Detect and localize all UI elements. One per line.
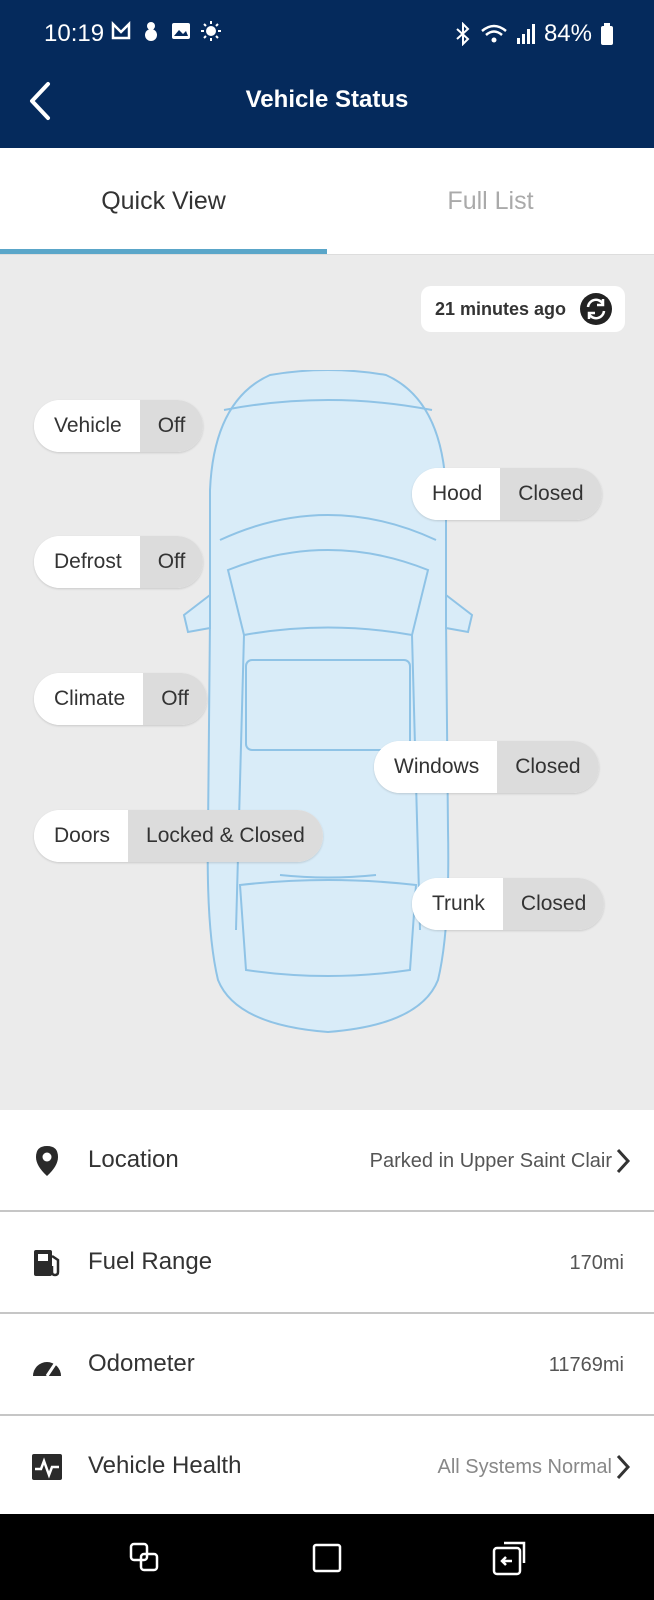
windows-status-pill: Windows Closed — [374, 741, 599, 793]
battery-percent: 84% — [543, 20, 592, 47]
quick-view-panel: 21 minutes ago Vehicle Off Hood Closed D… — [0, 255, 654, 1110]
fuel-pump-icon — [34, 1250, 60, 1277]
tab-bar: Quick View Full List — [0, 148, 654, 255]
status-time: 10:19 — [44, 20, 105, 47]
recent-apps-icon[interactable] — [125, 1538, 165, 1578]
system-nav-bar — [0, 1514, 654, 1600]
defrost-status-pill: Defrost Off — [34, 536, 204, 588]
chevron-right-icon — [616, 1454, 631, 1480]
signal-icon — [516, 24, 535, 44]
odometer-row: Odometer 11769mi — [0, 1314, 654, 1416]
page-title: Vehicle Status — [245, 86, 409, 113]
brightness-icon — [200, 20, 222, 42]
location-row[interactable]: Location Parked in Upper Saint Clair — [0, 1110, 654, 1212]
home-icon[interactable] — [307, 1538, 347, 1578]
vehicle-status-pill: Vehicle Off — [34, 400, 204, 452]
last-updated-badge: 21 minutes ago — [421, 286, 625, 332]
location-pin-icon — [36, 1146, 58, 1176]
battery-icon — [601, 23, 613, 45]
bluetooth-icon — [456, 22, 470, 46]
speedometer-icon — [33, 1362, 61, 1377]
back-nav-icon[interactable] — [490, 1538, 530, 1578]
wifi-icon — [481, 24, 507, 43]
notification-icons — [110, 20, 222, 42]
health-pulse-icon — [32, 1454, 62, 1480]
mail-icon — [110, 20, 132, 42]
tab-full-list[interactable]: Full List — [327, 148, 654, 255]
trunk-status-pill: Trunk Closed — [412, 878, 605, 930]
vehicle-details-list: Location Parked in Upper Saint Clair Fue… — [0, 1110, 654, 1514]
vehicle-health-row[interactable]: Vehicle Health All Systems Normal — [0, 1416, 654, 1518]
chevron-right-icon — [616, 1148, 631, 1174]
doors-status-pill: Doors Locked & Closed — [34, 810, 323, 862]
climate-status-pill: Climate Off — [34, 673, 207, 725]
image-icon — [170, 20, 192, 42]
fuel-range-row: Fuel Range 170mi — [0, 1212, 654, 1314]
last-updated-text: 21 minutes ago — [435, 298, 567, 319]
system-status: 84% — [454, 20, 614, 48]
app-bar: 10:19 84% Vehicle Status — [0, 0, 654, 148]
refresh-icon[interactable] — [579, 292, 613, 326]
tab-quick-view[interactable]: Quick View — [0, 148, 327, 255]
snowman-icon — [140, 20, 162, 42]
hood-status-pill: Hood Closed — [412, 468, 602, 520]
